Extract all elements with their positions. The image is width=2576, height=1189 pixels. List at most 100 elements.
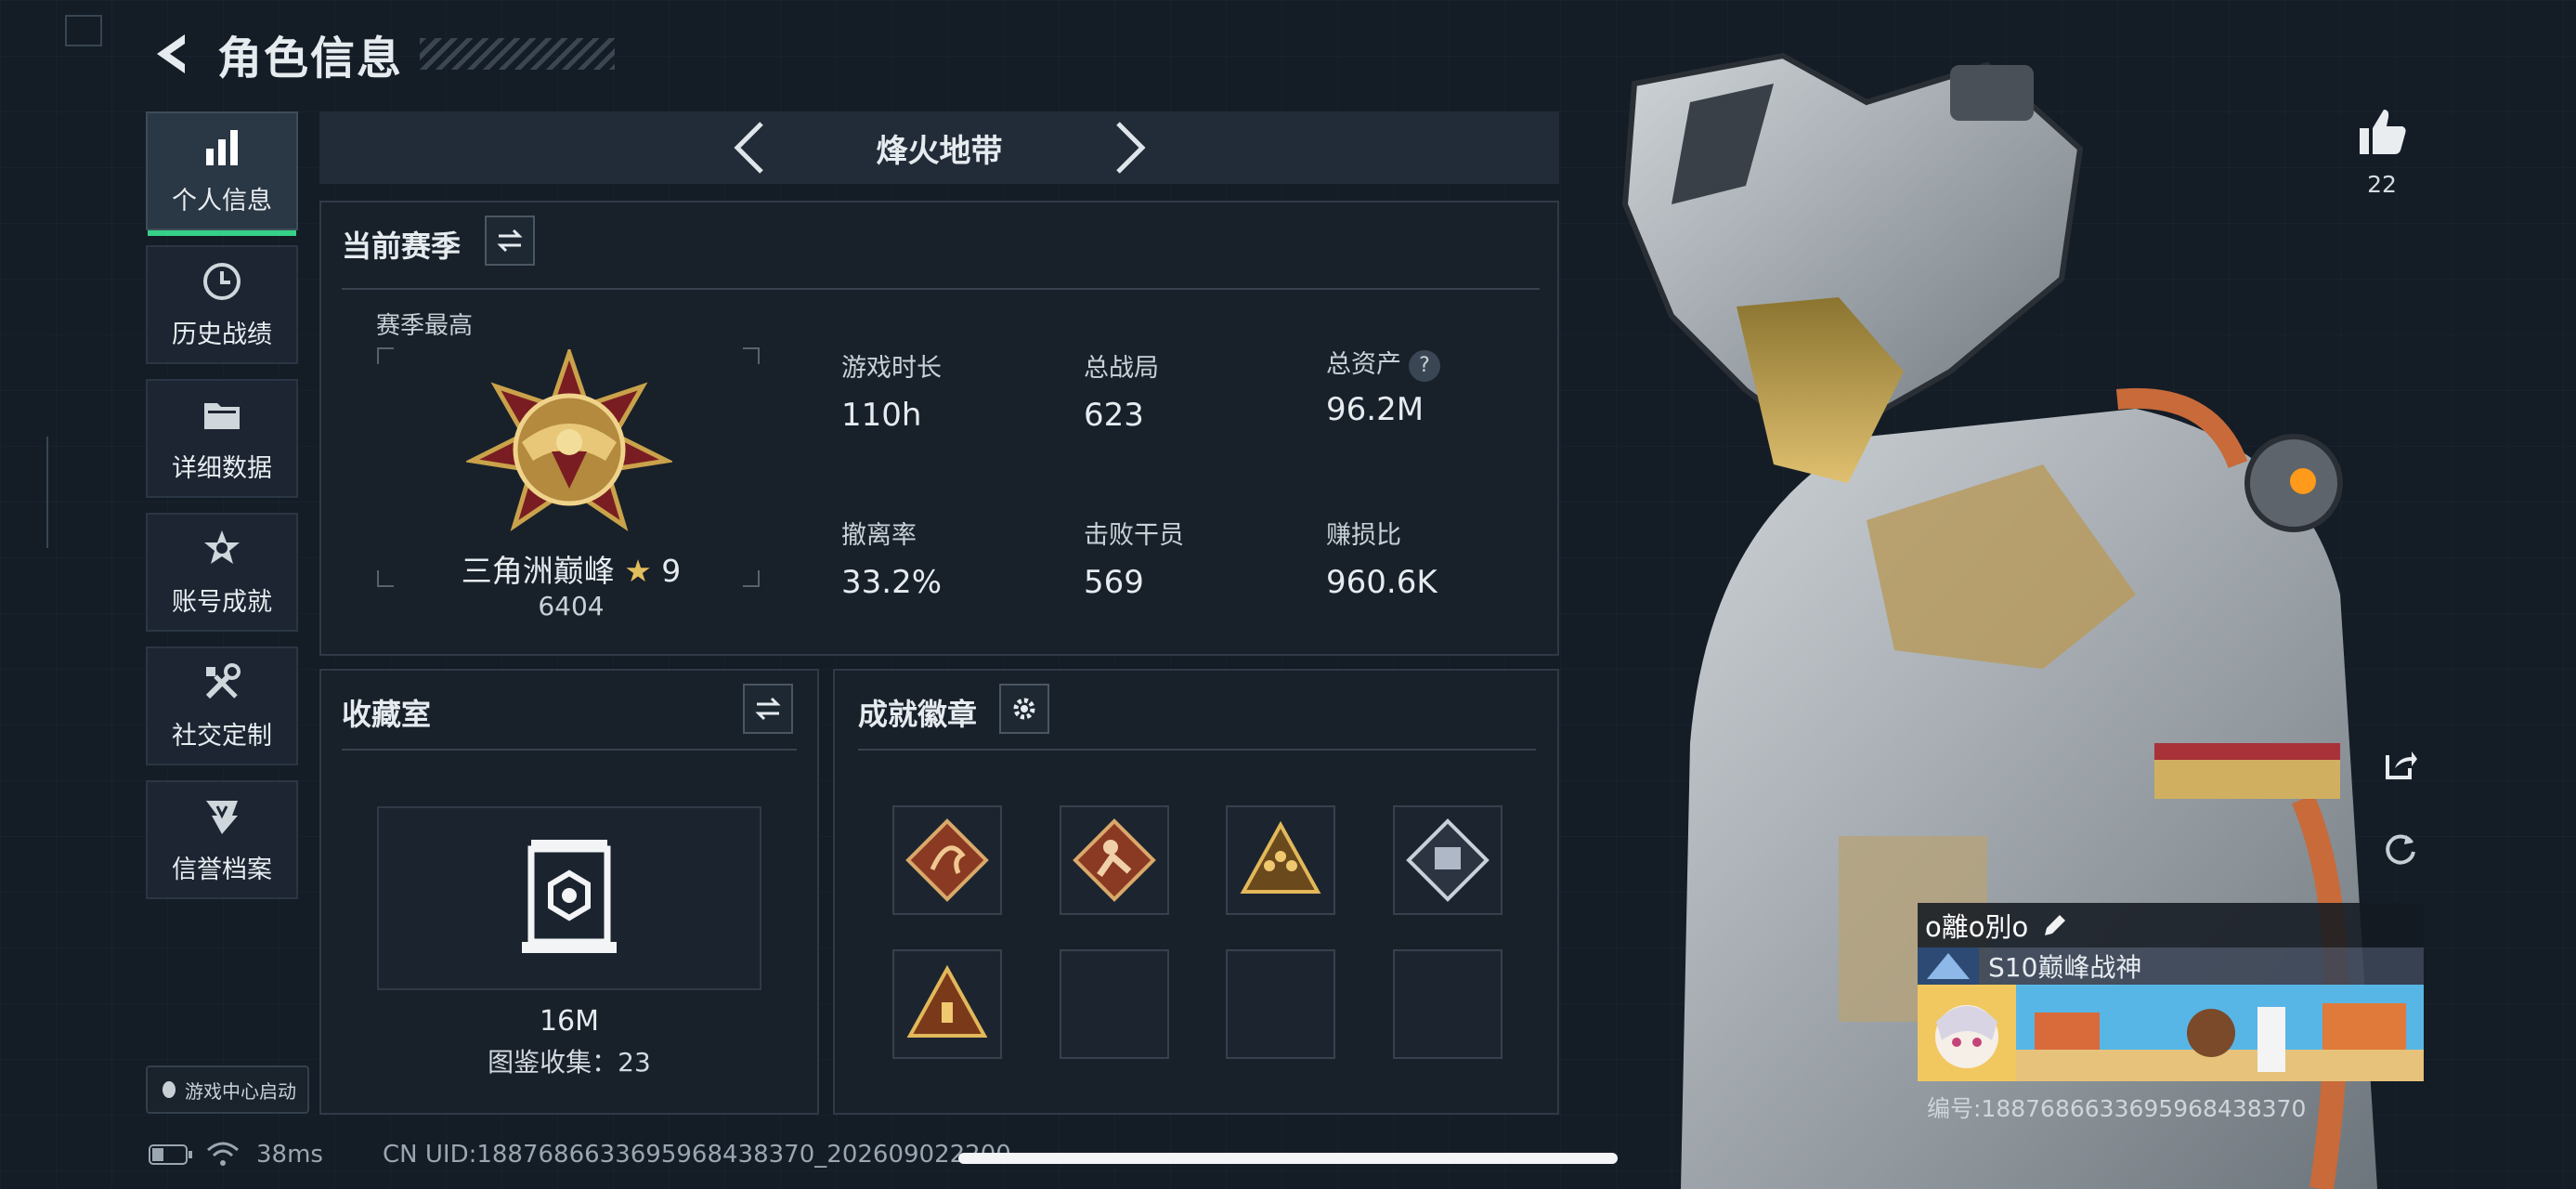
collection-showcase[interactable]	[377, 806, 761, 990]
stat-profit-loss-ratio: 赚损比 960.6K	[1326, 515, 1438, 601]
sidebar-item-label: 详细数据	[172, 453, 272, 483]
share-icon	[2386, 751, 2417, 779]
badge-slot-empty[interactable]	[1393, 949, 1503, 1059]
ping-text: 38ms	[256, 1141, 323, 1169]
qq-penguin-icon	[163, 1081, 176, 1098]
title-decoration	[420, 38, 616, 70]
pyramid-badge-icon	[906, 964, 988, 1038]
card-title-row: S10巅峰战神	[1918, 947, 2424, 985]
like-button[interactable]: 22	[2349, 104, 2414, 198]
swap-icon	[755, 697, 781, 721]
mode-switcher: 烽火地带	[319, 111, 1559, 184]
frame-corner	[377, 570, 394, 587]
player-card[interactable]: o離o別o S10巅峰战神	[1918, 903, 2424, 1089]
stat-label-row: 总资产?	[1326, 344, 1440, 382]
achievement-star-icon	[204, 529, 240, 564]
chevron-left-icon	[733, 122, 763, 174]
stat-label: 撤离率	[841, 521, 917, 550]
badge-slot[interactable]	[892, 949, 1002, 1059]
sidebar-item-personal-info[interactable]: 个人信息	[146, 111, 298, 236]
rank-emblem-icon	[466, 349, 672, 532]
help-icon[interactable]: ?	[1409, 349, 1440, 382]
corner-decoration	[46, 437, 48, 548]
stat-value: 960.6K	[1326, 564, 1438, 601]
badge-slot[interactable]	[1226, 805, 1335, 915]
clock-icon	[203, 262, 241, 300]
home-indicator[interactable]	[958, 1153, 1618, 1164]
soldier-badge-icon	[1073, 818, 1156, 902]
badges-settings-button[interactable]	[999, 684, 1049, 734]
share-button[interactable]	[2375, 739, 2426, 790]
stat-label: 总资产	[1326, 350, 1401, 379]
title-emblem-icon	[1918, 947, 1979, 985]
stat-play-time: 游戏时长 110h	[841, 347, 942, 434]
sidebar-item-credit-file[interactable]: 信誉档案	[146, 780, 298, 899]
player-id: 编号:1887686633695968438370	[1927, 1095, 2307, 1122]
game-center-launch-chip[interactable]: 游戏中心启动	[146, 1065, 309, 1114]
avatar	[1918, 985, 2016, 1081]
mode-prev-button[interactable]	[726, 117, 773, 178]
stat-total-assets: 总资产? 96.2M	[1326, 344, 1440, 428]
mode-next-button[interactable]	[1107, 117, 1153, 178]
badges-title: 成就徽章	[858, 697, 978, 732]
card-images	[1918, 985, 2424, 1081]
stat-value: 33.2%	[841, 564, 943, 601]
player-name: o離o別o	[1925, 911, 2029, 943]
stat-value: 569	[1084, 564, 1144, 601]
rank-stars: 9	[661, 553, 682, 589]
uid-text: CN UID:1887686633695968438370_2026090222…	[383, 1141, 1011, 1169]
launch-label: 游戏中心启动	[185, 1079, 296, 1103]
sidebar-item-label: 个人信息	[172, 186, 272, 216]
season-title: 当前赛季	[342, 229, 462, 264]
frame-corner	[377, 347, 394, 364]
rank-star-icon: ★	[624, 553, 652, 589]
bar-chart-icon	[206, 129, 238, 165]
thumbs-up-icon	[2360, 110, 2406, 154]
collection-value: 16M	[539, 1005, 600, 1038]
season-switch-button[interactable]	[485, 216, 535, 266]
stat-total-matches: 总战局 623	[1084, 347, 1159, 434]
stat-label: 赚损比	[1326, 521, 1401, 550]
stat-value: 96.2M	[1326, 390, 1425, 428]
sidebar-item-detailed-data[interactable]: 详细数据	[146, 379, 298, 498]
stat-extraction-rate: 撤离率 33.2%	[841, 515, 942, 601]
stat-value: 110h	[841, 397, 922, 434]
back-button[interactable]	[149, 28, 195, 80]
battery-icon	[149, 1144, 192, 1165]
dragon-badge-icon	[905, 818, 989, 902]
gear-icon	[1013, 698, 1035, 720]
chevron-right-icon	[1115, 122, 1146, 174]
back-arrow-icon	[157, 34, 185, 73]
rank-score: 6404	[538, 591, 605, 621]
collection-count: 图鉴收集：23	[488, 1047, 651, 1078]
like-count: 22	[2367, 171, 2397, 198]
frame-corner	[743, 570, 760, 587]
frame-corner	[743, 347, 760, 364]
badge-slot[interactable]	[892, 805, 1002, 915]
edit-pencil-icon[interactable]	[2041, 911, 2069, 939]
stat-value: 623	[1084, 397, 1144, 434]
badge-slot[interactable]	[1060, 805, 1169, 915]
wifi-icon	[207, 1142, 239, 1166]
rank-name: 三角洲巅峰 ★ 9	[455, 546, 687, 591]
badge-slot[interactable]	[1393, 805, 1503, 915]
stat-label: 击败干员	[1084, 521, 1184, 550]
sidebar-item-account-achievements[interactable]: 账号成就	[146, 513, 298, 632]
badge-slot-empty[interactable]	[1226, 949, 1335, 1059]
rotate-button[interactable]	[2375, 823, 2426, 873]
divider	[342, 749, 797, 751]
badge-slot-empty[interactable]	[1060, 949, 1169, 1059]
sidebar-item-match-history[interactable]: 历史战绩	[146, 245, 298, 364]
divider	[342, 288, 1540, 290]
season-best-label: 赛季最高	[376, 312, 474, 340]
crate-badge-icon	[1406, 818, 1490, 902]
collection-switch-button[interactable]	[743, 684, 793, 734]
mode-title: 烽火地带	[876, 132, 1003, 170]
page-title: 角色信息	[217, 33, 404, 85]
rank-name-text: 三角洲巅峰	[461, 553, 615, 589]
card-name-row: o離o別o	[1918, 903, 2424, 947]
sidebar-item-social-custom[interactable]: 社交定制	[146, 647, 298, 765]
stat-label: 总战局	[1084, 354, 1159, 383]
team-badge-icon	[1240, 820, 1321, 894]
page-header: 角色信息	[149, 26, 616, 85]
